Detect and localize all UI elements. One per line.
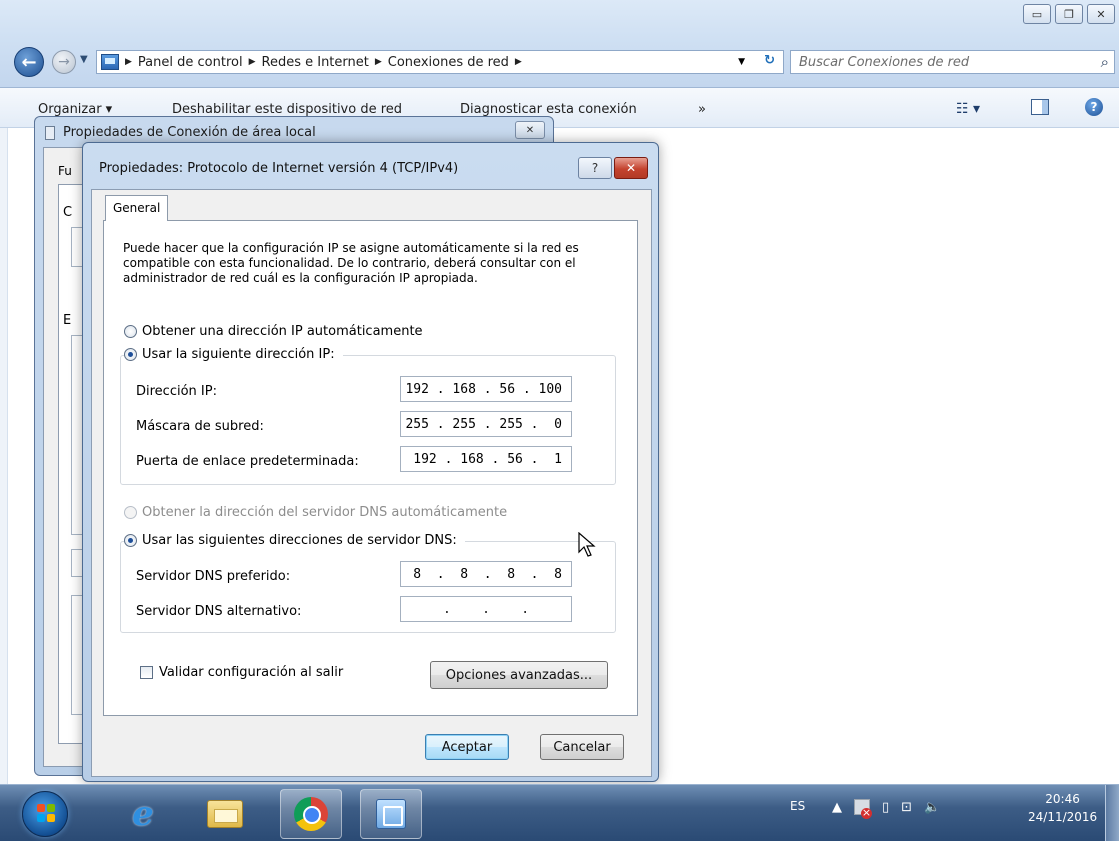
bg-dialog-close-button[interactable]: ✕ [515,121,545,139]
show-desktop-button[interactable] [1105,785,1119,841]
alternate-dns-label: Servidor DNS alternativo: [136,604,302,619]
internet-explorer-icon: e [132,794,154,834]
network-icon[interactable]: ⊡ [901,800,912,815]
subnet-mask-field[interactable]: 255 . 255 . 255 . 0 [400,411,572,437]
network-adapter-icon [45,125,55,140]
dialog-title: Propiedades: Protocolo de Internet versi… [99,161,459,176]
notification-area: ▲ ▯ ⊡ 🔈 [832,799,940,819]
tcp-ipv4-properties-dialog: Propiedades: Protocolo de Internet versi… [82,142,659,782]
ip-manual-option[interactable]: Usar la siguiente dirección IP: [124,347,343,362]
organize-menu[interactable]: Organizar ▾ [38,102,112,117]
taskbar-internet-explorer[interactable]: e [112,789,174,839]
help-icon[interactable]: ? [1085,98,1103,116]
bg-label-fragment: E [63,313,72,328]
cancel-button[interactable]: Cancelar [540,734,624,760]
bg-dialog-tab[interactable]: Fu [58,164,72,178]
ip-address-field[interactable]: 192 . 168 . 56 . 100 [400,376,572,402]
preferred-dns-label: Servidor DNS preferido: [136,569,291,584]
preview-pane-icon[interactable] [1031,99,1049,115]
search-box[interactable]: ⌕ [790,50,1115,74]
dns-manual-label: Usar las siguientes direcciones de servi… [142,533,457,548]
folder-icon [207,800,243,828]
dns-auto-option[interactable]: Obtener la dirección del servidor DNS au… [124,505,507,520]
chevron-right-icon[interactable]: ▶ [125,57,132,67]
clock-date: 24/11/2016 [1028,810,1098,824]
volume-icon[interactable]: 🔈 [924,800,940,815]
language-indicator[interactable]: ES [790,799,805,813]
network-control-panel-icon [376,799,406,829]
ip-address-label: Dirección IP: [136,384,217,399]
ip-auto-radio[interactable] [124,325,137,338]
ip-auto-option[interactable]: Obtener una dirección IP automáticamente [124,324,423,339]
breadcrumb-network-internet[interactable]: Redes e Internet [262,55,369,70]
ok-button[interactable]: Aceptar [425,734,509,760]
subnet-mask-label: Máscara de subred: [136,419,264,434]
tab-general[interactable]: General [105,195,169,221]
ip-auto-label: Obtener una dirección IP automáticamente [142,324,423,339]
show-hidden-icons-icon[interactable]: ▲ [832,800,842,815]
clock[interactable]: 20:46 24/11/2016 [1028,790,1097,826]
address-dropdown-icon[interactable]: ▼ [738,57,745,67]
forward-arrow-icon[interactable]: → [52,50,76,74]
control-panel-icon [101,54,119,70]
taskbar-file-explorer[interactable] [194,789,256,839]
preferred-dns-field[interactable]: 8 . 8 . 8 . 8 [400,561,572,587]
battery-icon[interactable]: ▯ [882,800,889,815]
caption-buttons: ▭ ❐ ✕ [1023,4,1115,24]
breadcrumb-network-connections[interactable]: Conexiones de red [388,55,509,70]
navigation-row: ← → ▼ ▶ Panel de control ▶ Redes e Inter… [0,44,1119,80]
start-button-icon[interactable] [22,791,68,837]
close-window-button[interactable]: ✕ [1087,4,1115,24]
action-center-flag-icon[interactable] [854,799,872,819]
clock-time: 20:46 [1045,792,1080,806]
bg-dialog-title-text: Propiedades de Conexión de área local [63,125,316,140]
taskbar: e ES ▲ ▯ ⊡ 🔈 20:46 24/11/2016 [0,784,1119,841]
dialog-body: General Puede hacer que la configuración… [91,189,652,777]
search-icon[interactable]: ⌕ [1101,53,1109,71]
breadcrumb-control-panel[interactable]: Panel de control [138,55,243,70]
restore-button[interactable]: ❐ [1055,4,1083,24]
chevron-right-icon[interactable]: ▶ [375,57,382,67]
more-commands-chevron[interactable]: » [698,102,706,117]
address-bar[interactable]: ▶ Panel de control ▶ Redes e Internet ▶ … [96,50,784,74]
taskbar-google-chrome[interactable] [280,789,342,839]
dns-manual-option[interactable]: Usar las siguientes direcciones de servi… [124,533,465,548]
intro-text: Puede hacer que la configuración IP se a… [123,241,579,285]
change-view-icon[interactable]: ☷ ▾ [956,101,980,117]
alternate-dns-field[interactable]: . . . [400,596,572,622]
search-input[interactable] [799,54,1079,70]
refresh-icon[interactable]: ↻ [764,53,775,68]
ip-manual-radio[interactable] [124,348,137,361]
dialog-close-button[interactable]: ✕ [614,157,648,179]
diagnose-connection-command[interactable]: Diagnosticar esta conexión [460,102,637,117]
dns-auto-label: Obtener la dirección del servidor DNS au… [142,505,508,520]
ip-manual-label: Usar la siguiente dirección IP: [142,347,335,362]
default-gateway-field[interactable]: 192 . 168 . 56 . 1 [400,446,572,472]
advanced-options-button[interactable]: Opciones avanzadas... [430,661,608,689]
validate-on-exit-checkbox[interactable] [140,666,153,679]
bg-label-fragment: C [63,205,73,220]
history-dropdown-icon[interactable]: ▼ [80,54,88,65]
default-gateway-label: Puerta de enlace predeterminada: [136,454,359,469]
navigation-pane-edge [0,128,8,784]
chevron-right-icon[interactable]: ▶ [249,57,256,67]
disable-device-command[interactable]: Deshabilitar este dispositivo de red [172,102,402,117]
minimize-button[interactable]: ▭ [1023,4,1051,24]
dns-auto-radio[interactable] [124,506,137,519]
chrome-icon [294,797,328,831]
taskbar-network-connections[interactable] [360,789,422,839]
chevron-right-icon[interactable]: ▶ [515,57,522,67]
general-tab-panel: Puede hacer que la configuración IP se a… [103,220,638,716]
validate-on-exit-label: Validar configuración al salir [159,665,344,680]
validate-on-exit-option[interactable]: Validar configuración al salir [140,665,343,680]
window-frame: ▭ ❐ ✕ ← → ▼ ▶ Panel de control ▶ Redes e… [0,0,1119,88]
dns-manual-radio[interactable] [124,534,137,547]
dialog-help-button[interactable]: ? [578,157,612,179]
bg-dialog-title: Propiedades de Conexión de área local [45,125,316,140]
cursor-arrow-icon [578,532,596,557]
back-arrow-icon[interactable]: ← [14,47,44,77]
